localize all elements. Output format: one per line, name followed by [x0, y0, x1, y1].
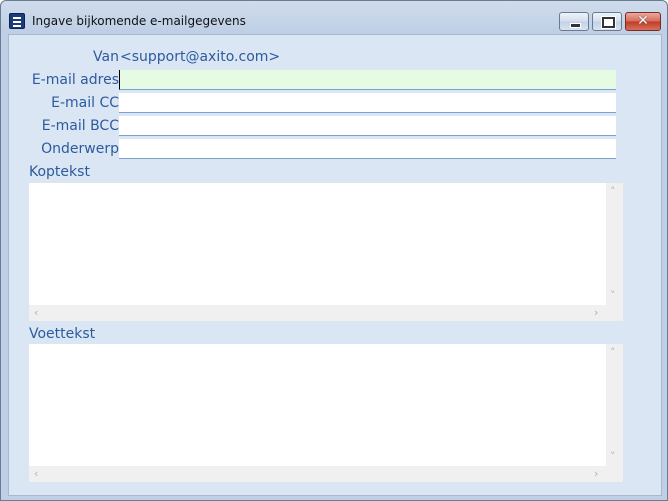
footer-vertical-scrollbar[interactable]: ˄ ˅ [606, 344, 623, 466]
scroll-up-icon[interactable]: ˄ [610, 347, 616, 358]
form-icon[interactable] [9, 13, 25, 29]
header-vertical-scrollbar[interactable]: ˄ ˅ [606, 183, 623, 305]
maximize-icon [602, 17, 615, 28]
close-button[interactable]: ✕ [625, 12, 661, 31]
scroll-right-icon[interactable]: › [594, 468, 598, 479]
header-text-label: Koptekst [29, 164, 90, 180]
footer-text-label: Voettekst [29, 326, 96, 342]
from-value: <support@axito.com> [120, 49, 281, 65]
cc-field[interactable] [119, 93, 616, 113]
scroll-down-icon[interactable]: ˅ [610, 451, 616, 462]
cc-label: E-mail CC [51, 95, 119, 111]
footer-text-area[interactable]: ˄ ˅ ‹ › [29, 344, 623, 482]
minimize-button[interactable] [559, 12, 589, 31]
title-bar[interactable]: Ingave bijkomende e-mailgegevens ✕ [1, 1, 667, 33]
from-label: Van [93, 49, 119, 65]
dialog-window: Ingave bijkomende e-mailgegevens ✕ Van <… [0, 0, 668, 501]
maximize-button[interactable] [592, 12, 622, 31]
scroll-down-icon[interactable]: ˅ [610, 290, 616, 301]
scroll-right-icon[interactable]: › [594, 307, 598, 318]
scroll-left-icon[interactable]: ‹ [34, 307, 38, 318]
form-body: Van <support@axito.com> E-mail adres E-m… [8, 34, 662, 496]
subject-field[interactable] [119, 139, 616, 159]
header-horizontal-scrollbar[interactable]: ‹ › [29, 305, 606, 321]
header-text-area[interactable]: ˄ ˅ ‹ › [29, 183, 623, 321]
scroll-corner [606, 466, 623, 482]
footer-horizontal-scrollbar[interactable]: ‹ › [29, 466, 606, 482]
close-icon: ✕ [637, 13, 649, 29]
minimize-icon [570, 23, 581, 28]
email-field[interactable] [119, 70, 616, 90]
bcc-label: E-mail BCC [41, 118, 119, 134]
bcc-field[interactable] [119, 116, 616, 136]
email-label: E-mail adres [31, 72, 119, 88]
subject-label: Onderwerp [41, 141, 119, 157]
scroll-corner [606, 305, 623, 321]
scroll-left-icon[interactable]: ‹ [34, 468, 38, 479]
window-title: Ingave bijkomende e-mailgegevens [32, 14, 246, 28]
scroll-up-icon[interactable]: ˄ [610, 186, 616, 197]
